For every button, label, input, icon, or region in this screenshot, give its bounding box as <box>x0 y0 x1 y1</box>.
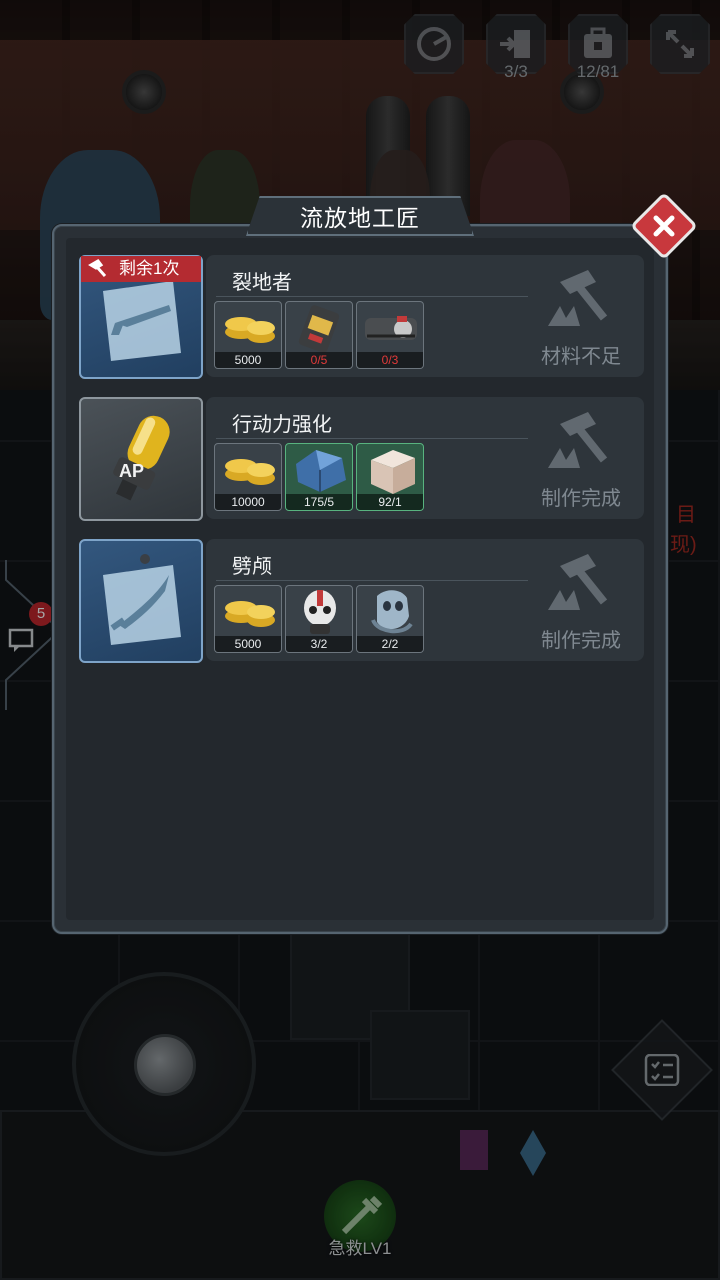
material-slot[interactable]: 3/2 <box>285 585 353 653</box>
gold-coins-icon <box>225 601 275 627</box>
material-slot[interactable]: 175/5 <box>285 443 353 511</box>
ap-injector-icon: AP <box>113 415 170 501</box>
material-slot[interactable]: 92/1 <box>356 443 424 511</box>
blade-blueprint-icon <box>103 554 181 645</box>
divider <box>216 296 528 297</box>
svg-text:AP: AP <box>119 461 144 481</box>
material-slot[interactable]: 0/5 <box>285 301 353 369</box>
craft-status-label: 制作完成 <box>541 630 621 652</box>
material-count: 10000 <box>215 494 281 510</box>
anvil-hammer-icon <box>548 554 608 610</box>
craft-status-label: 制作完成 <box>541 488 621 510</box>
gold-coins-icon <box>225 317 275 343</box>
recipe-name: 裂地者 <box>232 272 292 294</box>
material-count: 3/2 <box>286 636 352 652</box>
material-count: 2/2 <box>357 636 423 652</box>
battery-cell-icon <box>298 305 340 353</box>
gold-coins-icon <box>225 459 275 485</box>
hammer-icon <box>88 259 107 277</box>
recipe-item-card[interactable]: AP <box>79 397 203 521</box>
skull-mask-icon <box>304 590 336 634</box>
metal-mask-icon <box>371 590 413 634</box>
material-count: 5000 <box>215 636 281 652</box>
material-count: 175/5 <box>286 494 352 510</box>
divider <box>216 580 528 581</box>
material-count: 5000 <box>215 352 281 368</box>
recipe-name: 行动力强化 <box>232 414 332 436</box>
crystal-ore-icon <box>296 450 346 492</box>
panel-title: 流放地工匠 <box>300 205 420 231</box>
anvil-hammer-icon <box>548 412 608 468</box>
stone-block-icon <box>371 450 415 494</box>
recipe-item-card[interactable] <box>79 539 203 663</box>
material-count: 0/5 <box>286 352 352 368</box>
anvil-hammer-icon <box>548 270 608 326</box>
material-slot[interactable]: 10000 <box>214 443 282 511</box>
material-slot[interactable]: 2/2 <box>356 585 424 653</box>
material-slot[interactable]: 5000 <box>214 301 282 369</box>
material-slot[interactable]: 5000 <box>214 585 282 653</box>
close-icon[interactable] <box>640 202 688 250</box>
divider <box>216 438 528 439</box>
material-slot[interactable]: 0/3 <box>356 301 424 369</box>
recipe-name: 劈颅 <box>232 556 272 578</box>
engine-part-icon <box>365 316 417 340</box>
material-count: 92/1 <box>357 494 423 510</box>
material-count: 0/3 <box>357 352 423 368</box>
craft-status-label: 材料不足 <box>541 346 621 368</box>
